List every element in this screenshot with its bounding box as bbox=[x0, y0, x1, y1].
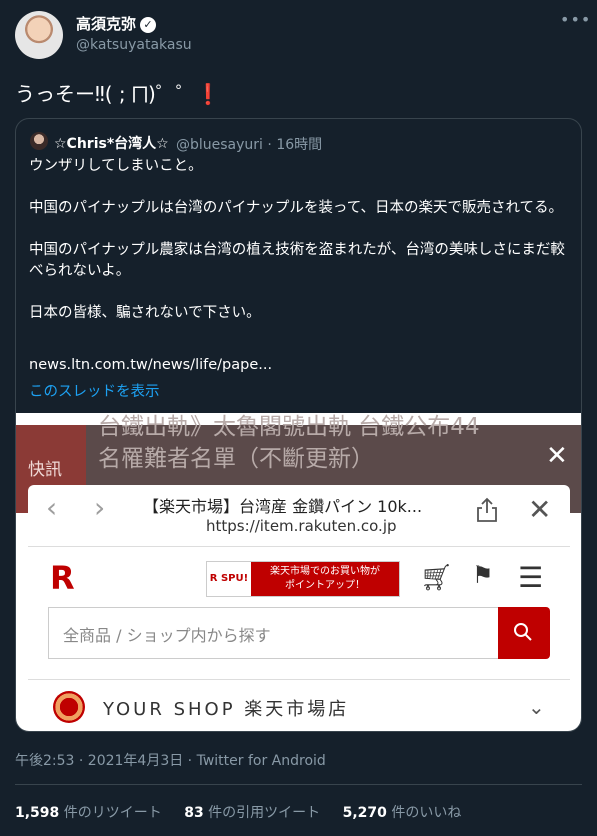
likes-stat[interactable]: 5,270 件のいいね bbox=[343, 805, 462, 821]
rakuten-logo: R bbox=[50, 559, 75, 597]
attached-screenshot-image[interactable]: 快訊 台鐵出軌》太魯閣號出軌 台鐵公布44 名罹難者名單（不斷更新） ✕ ‹ ›… bbox=[16, 413, 581, 731]
retweets-stat[interactable]: 1,598 件のリツイート bbox=[15, 805, 162, 821]
retweets-label: 件のリツイート bbox=[63, 805, 162, 821]
spu-message: 楽天市場でのお買い物が ポイントアップ！ bbox=[251, 562, 399, 596]
tweet-text: うっそー‼( ; ⨅)゜゜❗ bbox=[15, 78, 221, 107]
spu-label: R SPU! bbox=[207, 562, 251, 596]
meta-dot: · bbox=[267, 137, 277, 153]
more-options-icon[interactable]: ••• bbox=[560, 10, 591, 29]
forward-arrow-icon: › bbox=[94, 491, 106, 524]
engagement-stats: 1,598 件のリツイート 83 件の引用ツイート 5,270 件のいいね bbox=[15, 802, 479, 822]
likes-label: 件のいいね bbox=[391, 805, 462, 821]
quoted-line: 中国のパイナップル農家は台湾の植え技術を盗まれたが、台湾の美味しさにまだ較べられ… bbox=[29, 242, 565, 279]
share-icon bbox=[477, 497, 497, 522]
likes-count: 5,270 bbox=[342, 805, 387, 821]
divider bbox=[28, 679, 570, 680]
notification-icon: ⚑ bbox=[472, 561, 494, 589]
quotes-label: 件の引用ツイート bbox=[208, 805, 321, 821]
menu-icon: ☰ bbox=[518, 561, 544, 594]
search-icon bbox=[514, 623, 532, 641]
quotes-count: 83 bbox=[184, 805, 204, 821]
quoted-line: ウンザリしてしまいこと。 bbox=[29, 158, 203, 174]
news-label: 快訊 bbox=[28, 460, 62, 480]
phone-browser-frame: ‹ › 【楽天市場】台湾産 金鑽パイン 10k... https://item.… bbox=[28, 485, 570, 731]
author-name-text[interactable]: 高須克弥 bbox=[76, 15, 136, 33]
quoted-author-avatar[interactable] bbox=[30, 132, 48, 150]
spu-message-line1: 楽天市場でのお買い物が bbox=[270, 566, 380, 577]
news-headline: 台鐵出軌》太魯閣號出軌 台鐵公布44 名罹難者名單（不斷更新） bbox=[98, 414, 480, 475]
browser-page-url: https://item.rakuten.co.jp bbox=[206, 517, 397, 535]
news-headline-line1: 台鐵出軌》太魯閣號出軌 台鐵公布44 bbox=[98, 414, 480, 440]
browser-page-title: 【楽天市場】台湾産 金鑽パイン 10k... bbox=[143, 497, 423, 516]
author-handle[interactable]: @katsuyatakasu bbox=[76, 37, 192, 53]
tweet-timestamp[interactable]: 午後2:53 · 2021年4月3日 · Twitter for Android bbox=[15, 750, 326, 770]
spu-banner: R SPU! 楽天市場でのお買い物が ポイントアップ！ bbox=[206, 561, 400, 597]
quote-tweets-stat[interactable]: 83 件の引用ツイート bbox=[184, 805, 320, 821]
search-placeholder: 全商品 / ショップ内から探す bbox=[63, 626, 271, 645]
quoted-author-name[interactable]: ☆Chris*台湾人☆ bbox=[54, 133, 169, 153]
quoted-author-handle: @bluesayuri bbox=[176, 137, 263, 153]
verified-badge-icon: ✓ bbox=[140, 17, 157, 33]
author-name[interactable]: 高須克弥 ✓ bbox=[76, 13, 157, 34]
browser-close-icon: ✕ bbox=[528, 493, 552, 526]
show-thread-link[interactable]: このスレッドを表示 bbox=[29, 380, 160, 401]
quoted-link[interactable]: news.ltn.com.tw/news/life/pape... bbox=[29, 357, 272, 373]
spu-message-line2: ポイントアップ！ bbox=[285, 580, 365, 591]
shop-name: YOUR SHOP 楽天市場店 bbox=[103, 699, 350, 720]
back-arrow-icon: ‹ bbox=[46, 491, 58, 524]
quoted-tweet[interactable]: ☆Chris*台湾人☆ @bluesayuri · 16時間 ウンザリしてしまい… bbox=[15, 118, 582, 732]
exclamation-emoji: ❗ bbox=[195, 82, 221, 106]
author-avatar[interactable] bbox=[15, 11, 63, 59]
divider bbox=[28, 546, 570, 547]
quoted-line: 日本の皆様、騙されないで下さい。 bbox=[29, 305, 261, 321]
chevron-down-icon: ⌄ bbox=[528, 695, 545, 719]
divider bbox=[15, 784, 582, 785]
quoted-line: 中国のパイナップルは台湾のパイナップルを装って、日本の楽天で販売されてる。 bbox=[29, 200, 564, 216]
quoted-author-meta: @bluesayuri · 16時間 bbox=[176, 134, 322, 154]
news-headline-line2: 名罹難者名單（不斷更新） bbox=[98, 446, 374, 472]
quoted-time: 16時間 bbox=[276, 137, 323, 153]
retweets-count: 1,598 bbox=[15, 805, 60, 821]
cart-icon: 🛒︎ bbox=[420, 563, 454, 593]
search-button bbox=[498, 607, 550, 659]
rakuten-search-input: 全商品 / ショップ内から探す bbox=[48, 607, 500, 659]
tweet-body: うっそー‼( ; ⨅)゜゜ bbox=[15, 82, 196, 106]
close-icon: ✕ bbox=[546, 441, 568, 471]
shop-logo bbox=[53, 691, 85, 723]
quoted-tweet-body: ウンザリしてしまいこと。 中国のパイナップルは台湾のパイナップルを装って、日本の… bbox=[29, 156, 574, 324]
